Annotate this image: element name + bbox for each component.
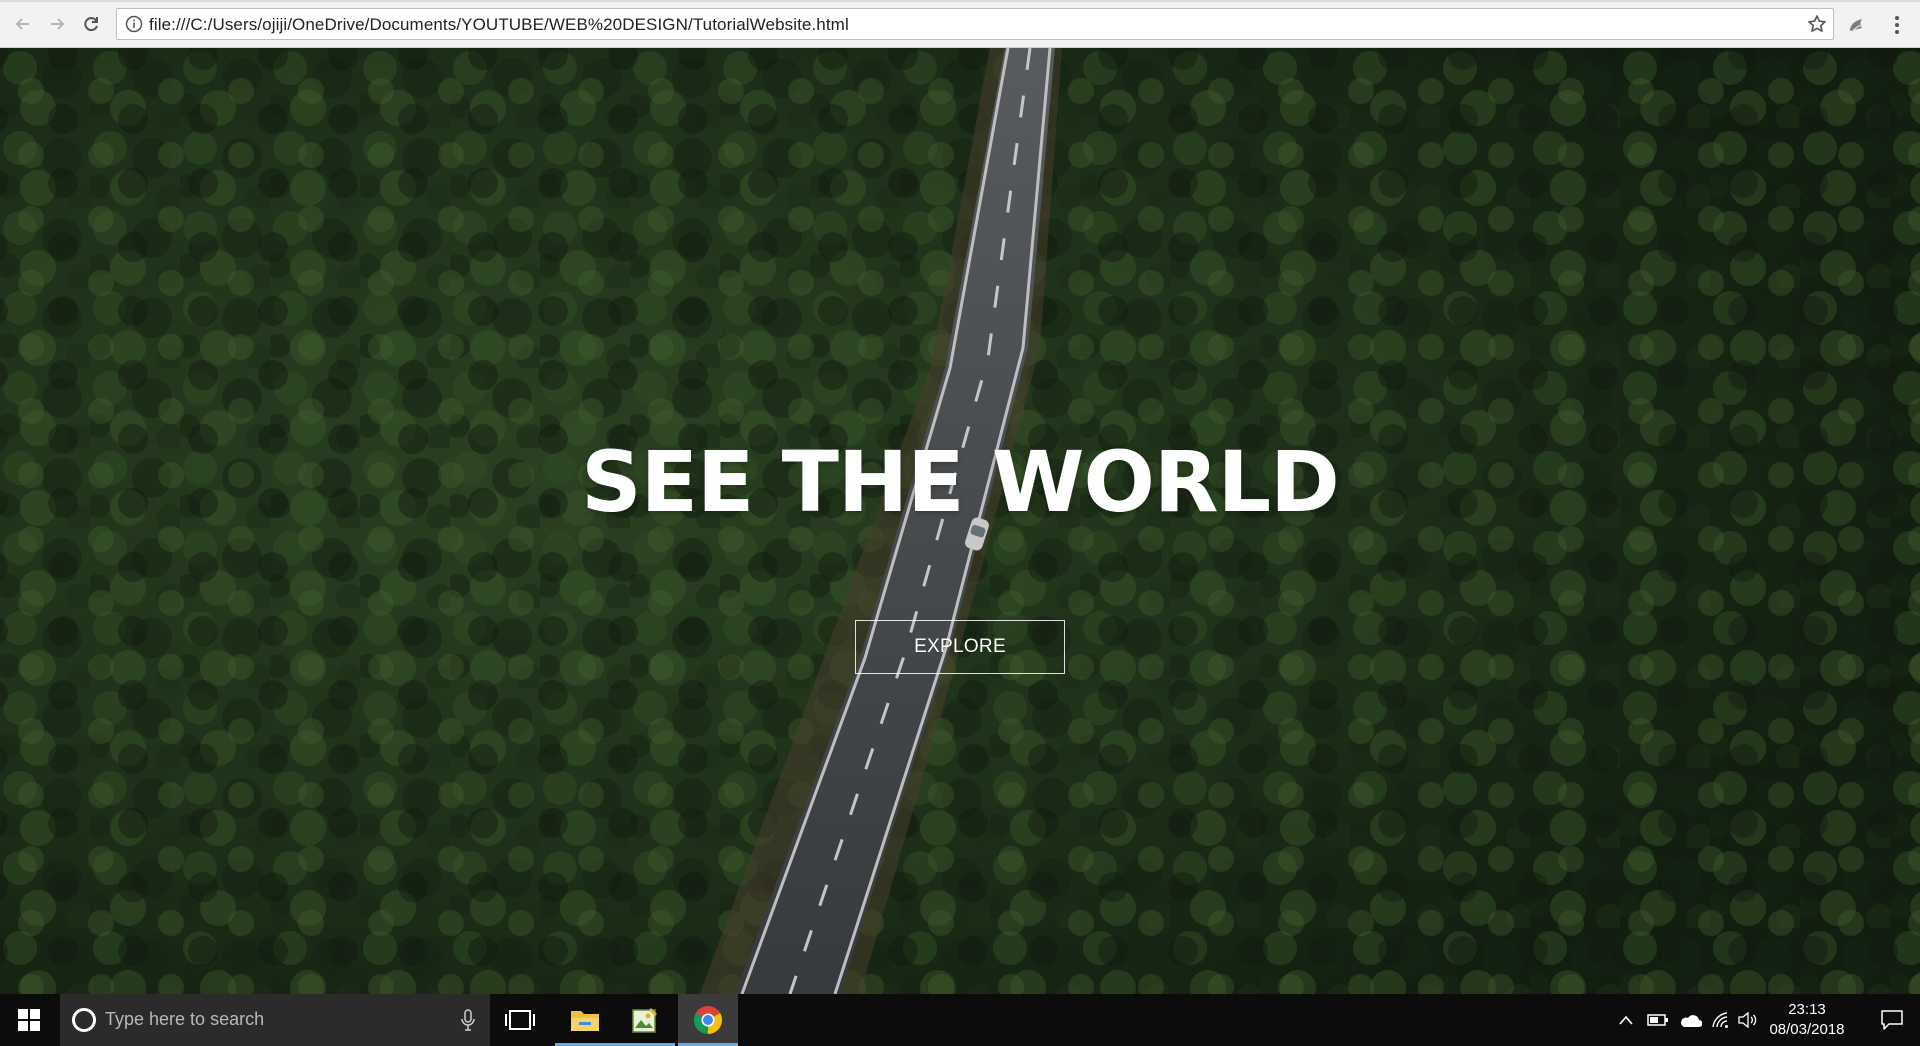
hero-title: SEE THE WORLD xyxy=(581,433,1340,531)
arrow-right-icon xyxy=(51,18,65,30)
star-icon[interactable] xyxy=(1807,14,1827,34)
clock-date: 08/03/2018 xyxy=(1769,1021,1845,1038)
search-placeholder[interactable]: Type here to search xyxy=(105,1009,264,1030)
reload-icon xyxy=(84,17,98,32)
taskbar-app-paint[interactable] xyxy=(615,994,675,1046)
taskbar-app-chrome[interactable] xyxy=(678,994,738,1046)
windows-taskbar: Type here to search 23:13 08/03/2018 xyxy=(0,994,1920,1046)
url-text[interactable]: file:///C:/Users/ojiji/OneDrive/Document… xyxy=(149,15,849,35)
browser-toolbar: file:///C:/Users/ojiji/OneDrive/Document… xyxy=(0,0,1920,48)
forward-button[interactable] xyxy=(44,11,70,37)
folder-icon xyxy=(571,1011,599,1031)
address-bar[interactable]: file:///C:/Users/ojiji/OneDrive/Document… xyxy=(116,8,1834,40)
back-button[interactable] xyxy=(10,11,36,37)
explore-button[interactable]: EXPLORE xyxy=(855,620,1065,674)
tray-wifi[interactable] xyxy=(1706,994,1736,1046)
windows-logo-icon xyxy=(18,1009,40,1031)
action-center-icon xyxy=(1881,1010,1903,1030)
arrow-left-icon xyxy=(15,18,29,30)
cortana-icon xyxy=(72,1008,96,1032)
tray-onedrive[interactable] xyxy=(1674,994,1706,1046)
taskbar-search[interactable]: Type here to search xyxy=(60,994,490,1046)
tray-battery[interactable] xyxy=(1644,994,1672,1046)
info-icon[interactable] xyxy=(125,15,143,33)
start-button[interactable] xyxy=(0,994,58,1046)
hero-section: SEE THE WORLD EXPLORE xyxy=(0,48,1920,994)
image-editor-icon xyxy=(632,1008,657,1033)
reload-button[interactable] xyxy=(78,11,104,37)
chevron-up-icon xyxy=(1619,1015,1633,1025)
microphone-icon[interactable] xyxy=(460,1009,476,1031)
tab-strip-edge xyxy=(0,0,1920,2)
onedrive-icon xyxy=(1681,1015,1702,1027)
chrome-icon xyxy=(694,1006,722,1034)
extension-icon[interactable] xyxy=(1846,14,1868,36)
tray-overflow-button[interactable] xyxy=(1614,994,1638,1046)
kebab-menu-icon[interactable] xyxy=(1886,14,1908,36)
taskbar-clock[interactable]: 23:13 08/03/2018 xyxy=(1752,1000,1862,1040)
taskbar-app-file-explorer[interactable] xyxy=(555,994,615,1046)
battery-icon xyxy=(1647,1014,1668,1026)
wifi-icon xyxy=(1712,1012,1728,1028)
clock-time: 23:13 xyxy=(1788,1001,1826,1018)
task-view-icon[interactable] xyxy=(504,1008,536,1032)
action-center-button[interactable] xyxy=(1864,994,1920,1046)
